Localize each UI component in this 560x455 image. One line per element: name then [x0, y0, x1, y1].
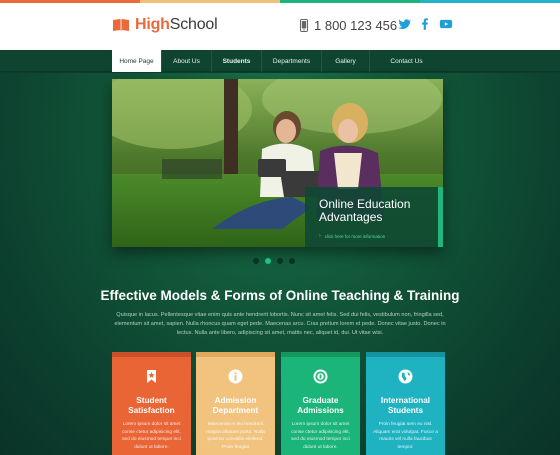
bookmark-star-icon [147, 370, 156, 383]
slider-dot-1[interactable] [253, 258, 259, 264]
card-band [366, 352, 445, 357]
card-text: Maecenas et leo hendrerit magna aliquam … [206, 422, 265, 450]
card-text: Proin feugiat sem eu nisl. Aliquam erat … [373, 422, 438, 450]
slide-caption: Online Education Advantages › click here… [305, 187, 443, 247]
slide-more-info-link[interactable]: › click here for more information [319, 233, 385, 239]
slider-dot-4[interactable] [289, 258, 295, 264]
site-header: HighSchool 1 800 123 456 [0, 3, 560, 50]
card-student-satisfaction[interactable]: Student Satisfaction Lorem ipsum dolor s… [112, 352, 191, 455]
nav-item-students[interactable]: Students [212, 50, 262, 72]
facebook-icon[interactable] [418, 17, 432, 31]
social-links [397, 17, 453, 31]
slider-pagination [253, 258, 295, 264]
badge-icon [313, 369, 328, 384]
slider-dot-2[interactable] [265, 258, 271, 264]
nav-item-departments[interactable]: Departments [262, 50, 322, 72]
book-icon [113, 18, 129, 32]
slide-more-info-text: click here for more information [324, 233, 386, 239]
nav-item-about-us[interactable]: About Us [162, 50, 212, 72]
info-icon [228, 369, 243, 384]
card-text: Lorem ipsum dolor sit amet conse ctetur … [291, 422, 350, 450]
card-band [196, 352, 275, 357]
card-admission-department[interactable]: Admission Department Maecenas et leo hen… [196, 352, 275, 455]
card-title: Admission Department [212, 396, 259, 415]
card-title: Graduate Admissions [297, 396, 344, 415]
phone-number[interactable]: 1 800 123 456 [300, 18, 397, 33]
phone-number-text: 1 800 123 456 [314, 18, 398, 33]
card-band [112, 352, 191, 357]
card-title: International Students [380, 396, 431, 415]
globe-icon [398, 369, 413, 384]
logo-high: High [135, 16, 170, 33]
nav-menu: Home Page About Us Students Departments … [112, 50, 443, 72]
twitter-icon[interactable] [397, 17, 411, 31]
slide-caption-title: Online Education Advantages [319, 197, 411, 224]
nav-item-gallery[interactable]: Gallery [322, 50, 370, 72]
nav-item-contact-us[interactable]: Contact Us [370, 50, 443, 72]
card-graduate-admissions[interactable]: Graduate Admissions Lorem ipsum dolor si… [281, 352, 360, 455]
nav-item-home-page[interactable]: Home Page [112, 50, 162, 72]
slider-dot-3[interactable] [277, 258, 283, 264]
logo-text: HighSchool [135, 16, 218, 34]
site-logo[interactable]: HighSchool [112, 16, 218, 34]
card-international-students[interactable]: International Students Proin feugiat sem… [366, 352, 445, 455]
logo-school: School [169, 16, 218, 33]
phone-icon [300, 19, 308, 32]
arrow-right-icon: › [319, 233, 321, 239]
section-heading: Effective Models & Forms of Online Teach… [100, 288, 460, 303]
card-band [281, 352, 360, 357]
card-title: Student Satisfaction [128, 396, 175, 415]
section-description: Quisque in lacus. Pellentesque vitae eni… [114, 312, 446, 336]
youtube-icon[interactable] [439, 17, 453, 31]
main-navigation: Home Page About Us Students Departments … [0, 50, 560, 72]
card-text: Lorem ipsum dolor sit amet conse ctetur … [122, 422, 181, 450]
